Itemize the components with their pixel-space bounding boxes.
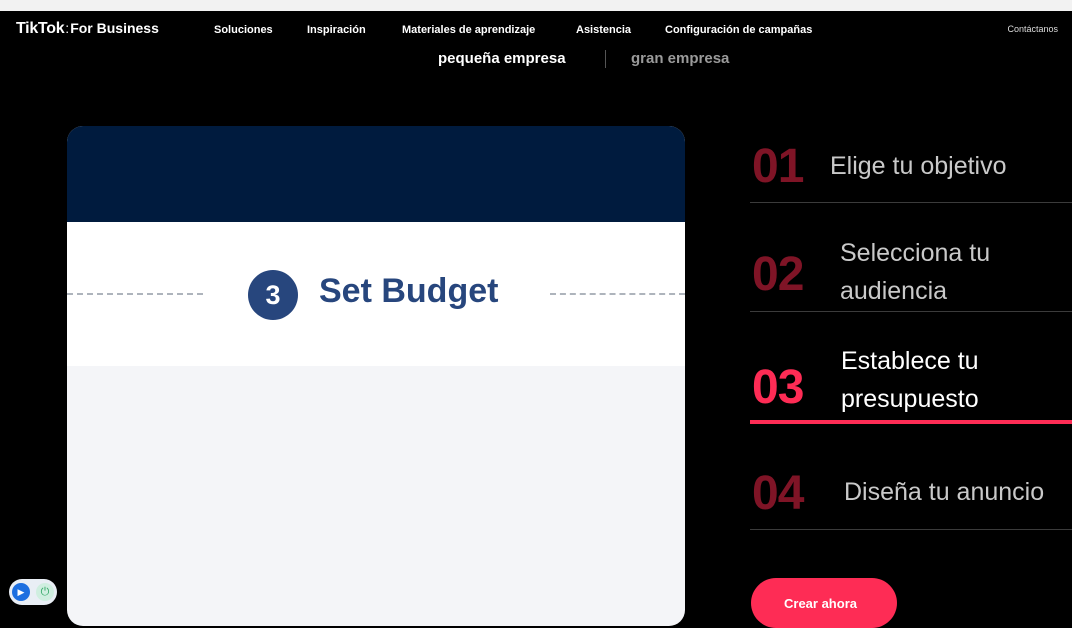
power-icon[interactable]: ⏻	[36, 583, 54, 601]
step-item-04[interactable]: 04 Diseña tu anuncio	[750, 424, 1072, 530]
step-number: 04	[752, 467, 804, 520]
step-number: 01	[752, 140, 804, 193]
create-now-button[interactable]: Crear ahora	[751, 578, 897, 628]
logo-product: For Business	[70, 20, 159, 36]
step-number-badge: 3	[248, 270, 298, 320]
nav-item-inspiracion[interactable]: Inspiración	[307, 24, 366, 36]
nav-item-soluciones[interactable]: Soluciones	[214, 24, 273, 36]
top-navigation: TikTok:For Business Soluciones Inspiraci…	[0, 11, 1072, 49]
segment-divider	[605, 50, 606, 68]
nav-item-materiales[interactable]: Materiales de aprendizaje	[402, 24, 535, 36]
step-label: Elige tu objetivo	[830, 152, 1007, 180]
contact-link[interactable]: Contáctanos	[1007, 24, 1058, 34]
floating-widget[interactable]: ▶ ⏻	[9, 579, 57, 605]
nav-item-asistencia[interactable]: Asistencia	[576, 24, 631, 36]
play-icon[interactable]: ▶	[12, 583, 30, 601]
tab-large-business[interactable]: gran empresa	[631, 50, 729, 67]
panel-header	[67, 126, 685, 222]
create-now-label: Crear ahora	[784, 596, 857, 611]
step-banner: 3 Set Budget	[67, 222, 685, 366]
tab-small-business[interactable]: pequeña empresa	[438, 50, 566, 67]
step-label: Diseña tu anuncio	[844, 478, 1045, 506]
logo-separator: :	[65, 20, 70, 36]
step-preview-panel: 3 Set Budget	[67, 126, 685, 626]
tiktok-for-business-logo[interactable]: TikTok:For Business	[16, 20, 159, 38]
logo-brand: TikTok	[16, 20, 65, 37]
nav-item-configuracion[interactable]: Configuración de campañas	[665, 24, 812, 36]
step-label: Establece tu presupuesto	[841, 347, 979, 413]
dashed-line-left	[67, 293, 203, 295]
dashed-line-right	[550, 293, 685, 295]
step-title: Set Budget	[319, 272, 499, 310]
browser-top-strip	[0, 0, 1072, 11]
step-number: 02	[752, 248, 804, 301]
step-label: Selecciona tu audiencia	[840, 239, 991, 305]
business-size-switcher: pequeña empresa gran empresa	[0, 50, 1072, 72]
step-item-02[interactable]: 02 Selecciona tu audiencia	[750, 203, 1072, 312]
step-item-01[interactable]: 01 Elige tu objetivo	[750, 126, 1072, 203]
step-number: 03	[752, 361, 804, 414]
step-item-03[interactable]: 03 Establece tu presupuesto	[750, 312, 1072, 424]
